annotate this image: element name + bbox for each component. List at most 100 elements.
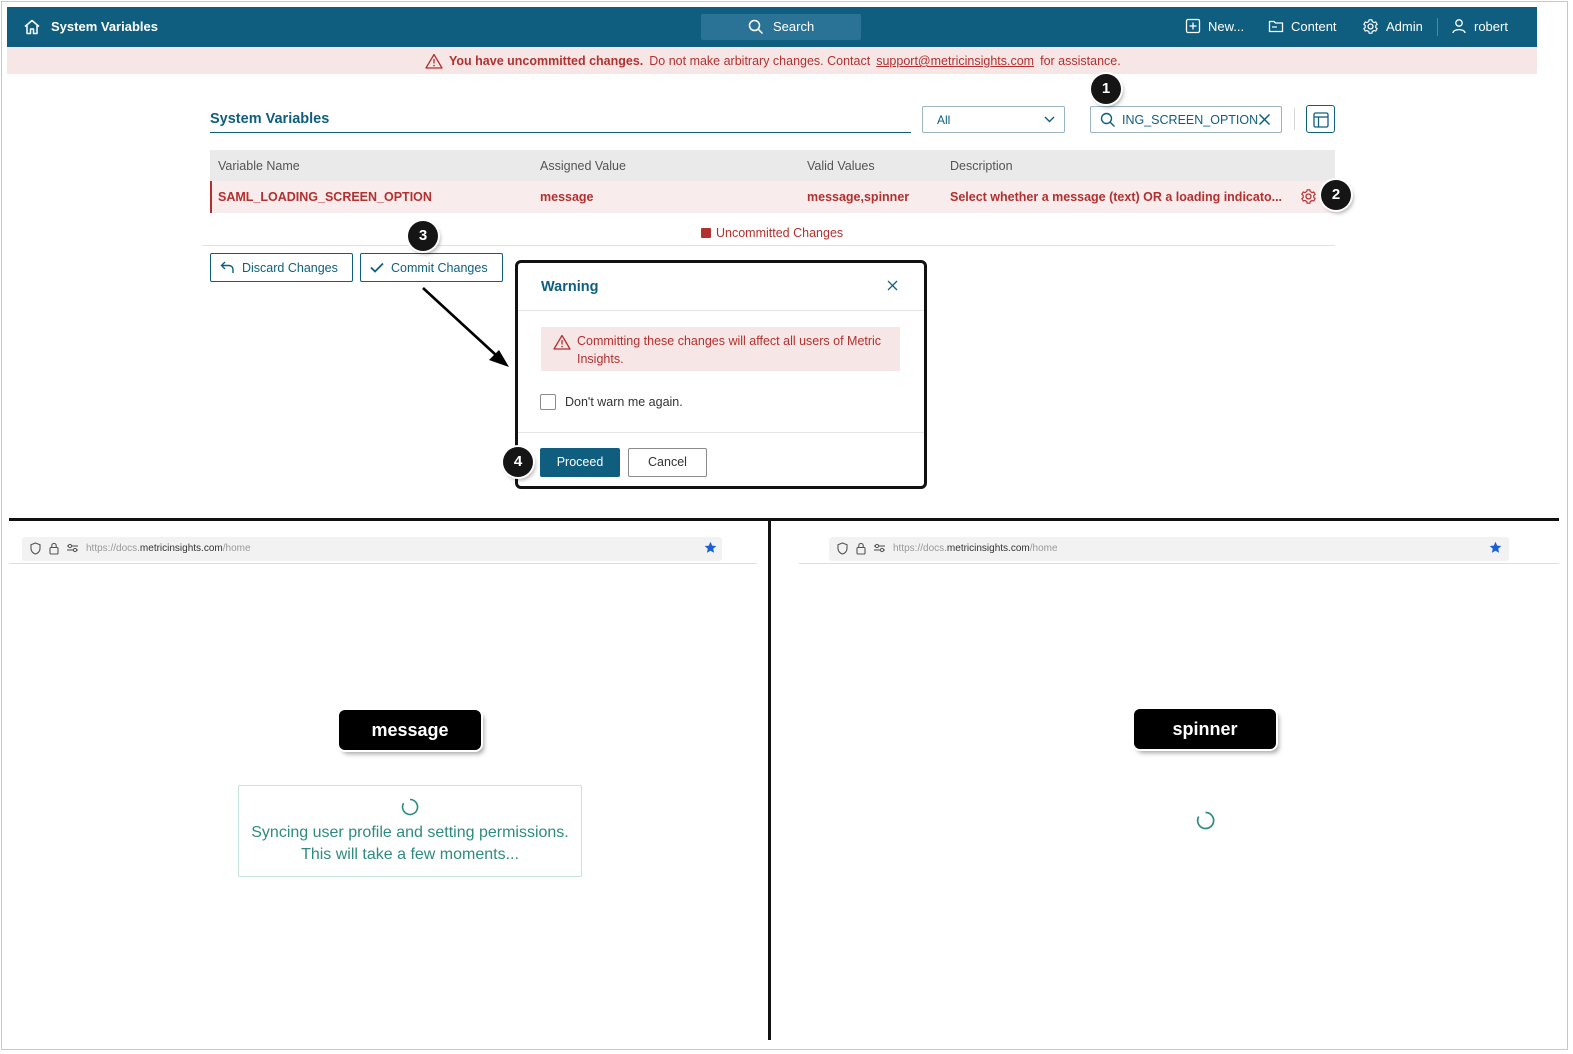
lock-icon [856,542,866,555]
vertical-divider [768,521,771,1040]
horizontal-divider [9,518,1559,521]
url-path: /home [1029,543,1058,554]
search-icon [748,19,764,35]
shield-icon [30,542,41,555]
banner-text: Do not make arbitrary changes. Contact [649,54,871,68]
nav-user-label: robert [1474,18,1508,34]
uncommitted-legend: Uncommitted Changes [701,226,843,240]
search-input-value: ING_SCREEN_OPTION [1122,113,1259,127]
table-layout-icon [1313,112,1329,128]
lock-icon [49,542,59,555]
page-title: System Variables [210,111,330,127]
undo-arrow-icon [220,261,234,273]
row-settings-gear-icon[interactable] [1300,188,1317,205]
warning-icon [425,53,443,69]
user-icon [1452,19,1466,34]
commit-changes-label: Commit Changes [391,260,488,275]
close-icon[interactable] [887,280,898,291]
nav-admin-label: Admin [1386,19,1423,34]
nav-admin[interactable]: Admin [1362,18,1423,35]
title-underline [210,132,911,133]
right-browser-url-bar[interactable]: https://docs.metricinsights.com/home [829,537,1509,561]
dont-warn-label[interactable]: Don't warn me again. [565,395,683,409]
left-browser-url-bar[interactable]: https://docs.metricinsights.com/home [22,537,722,561]
permissions-icon [874,543,885,553]
cell-assigned-value: message [540,190,594,204]
search-label: Search [773,19,815,34]
step-badge-2: 2 [1321,180,1351,210]
step-badge-4: 4 [503,447,533,477]
dialog-warning-text: Committing these changes will affect all… [577,334,882,366]
toolbar-separator [1294,108,1295,130]
legend-swatch [701,228,711,238]
right-url-text: https://docs.metricinsights.com/home [893,543,1058,554]
warning-dialog: Warning Committing these changes will af… [515,260,927,489]
legend-label: Uncommitted Changes [716,226,844,240]
nav-content-label: Content [1291,18,1337,34]
global-search-button[interactable]: Search [701,14,861,40]
loading-message-box: Syncing user profile and setting permiss… [238,785,582,877]
url-prefix: https://docs. [86,543,140,554]
gear-icon [1363,19,1378,34]
permissions-icon [67,543,78,553]
clear-search-icon[interactable] [1258,113,1271,126]
left-url-text: https://docs.metricinsights.com/home [86,543,251,554]
col-assigned-value[interactable]: Assigned Value [540,159,626,173]
home-icon[interactable] [23,18,41,36]
uncommitted-changes-banner: You have uncommitted changes. Do not mak… [7,47,1537,74]
step-badge-3: 3 [408,221,438,251]
checkmark-icon [370,262,384,273]
discard-changes-button[interactable]: Discard Changes [210,253,353,282]
variable-search-input[interactable]: ING_SCREEN_OPTION [1090,106,1282,133]
plus-square-icon [1185,18,1201,34]
spinner-option-label: spinner [1134,709,1276,749]
nav-content[interactable]: Content [1268,18,1337,34]
message-option-label: message [339,710,481,750]
chevron-down-icon [1044,116,1055,123]
url-domain: metricinsights.com [139,543,223,554]
nav-new[interactable]: New... [1185,18,1244,34]
step-badge-1: 1 [1091,74,1121,104]
loading-message-line-1: Syncing user profile and setting permiss… [251,824,569,841]
dialog-title: Warning [541,279,599,295]
commit-changes-button[interactable]: Commit Changes [360,253,503,282]
dialog-header-divider [518,310,924,311]
loading-spinner-icon [401,798,419,816]
col-valid-values[interactable]: Valid Values [807,159,875,173]
url-prefix: https://docs. [893,543,947,554]
column-layout-button[interactable] [1306,105,1335,133]
cell-description: Select whether a message (text) OR a loa… [950,190,1283,204]
discard-changes-label: Discard Changes [242,260,338,275]
filter-select[interactable]: All [922,106,1065,133]
col-variable-name[interactable]: Variable Name [218,159,300,173]
table-row[interactable]: SAML_LOADING_SCREEN_OPTION message messa… [210,181,1335,213]
left-browser-divider [9,563,757,564]
folder-icon [1268,20,1284,33]
bookmark-star-icon[interactable] [704,541,717,554]
bookmark-star-icon[interactable] [1489,541,1502,554]
shield-icon [837,542,848,555]
dont-warn-checkbox[interactable] [540,394,556,410]
url-path: /home [222,543,251,554]
loading-spinner-icon [1196,811,1215,830]
proceed-button[interactable]: Proceed [540,448,620,477]
nav-user-menu[interactable]: robert [1451,18,1508,34]
cancel-button[interactable]: Cancel [628,448,707,477]
banner-text-after: for assistance. [1040,54,1121,68]
right-browser-divider [799,563,1559,564]
nav-new-label: New... [1208,18,1245,34]
col-description[interactable]: Description [950,159,1013,173]
app-title: System Variables [51,19,158,34]
loading-message-line-2: This will take a few moments... [301,846,519,863]
support-email-link[interactable]: support@metricinsights.com [876,54,1034,68]
url-domain: metricinsights.com [946,543,1030,554]
top-nav-bar: System Variables Search New... Content A… [7,7,1537,47]
nav-separator [1437,18,1438,36]
banner-bold-text: You have uncommitted changes. [449,54,644,68]
cell-variable-name: SAML_LOADING_SCREEN_OPTION [218,190,432,204]
dialog-warning-box: Committing these changes will affect all… [541,327,900,371]
warning-icon [553,334,571,350]
search-icon [1100,112,1115,127]
screenshot-stage: System Variables Search New... Content A… [0,0,1573,1054]
dialog-footer-divider [518,432,924,433]
